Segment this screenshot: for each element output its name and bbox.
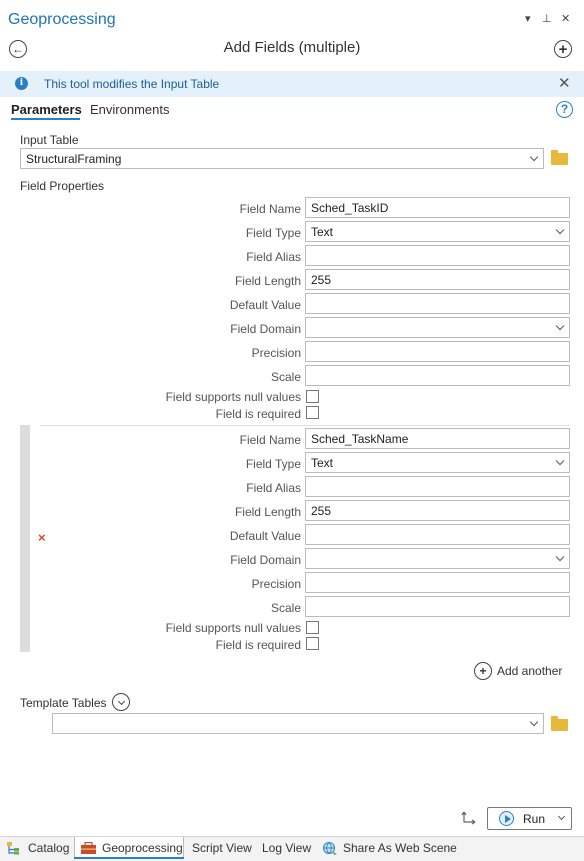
field-alias-input[interactable] (305, 245, 570, 266)
required-label: Field is required (215, 638, 301, 652)
precision-label: Precision (251, 577, 301, 591)
add-tool-button[interactable]: + (554, 40, 572, 58)
default-value-label: Default Value (229, 298, 301, 312)
input-table-dropdown[interactable]: StructuralFraming (20, 148, 544, 169)
chevron-down-icon (117, 697, 125, 705)
expand-template-tables-button[interactable] (112, 693, 130, 711)
banner-close-icon[interactable]: ✕ (558, 74, 571, 92)
field-name-input[interactable]: Sched_TaskName (305, 428, 570, 449)
add-another-button[interactable]: Add another (497, 664, 562, 678)
field-length-label: Field Length (234, 505, 301, 519)
bottom-tab-geoprocessing[interactable]: Geoprocessing (102, 841, 183, 855)
template-tables-label: Template Tables (20, 696, 107, 710)
precision-input[interactable] (305, 572, 570, 593)
input-table-label: Input Table (20, 133, 79, 147)
pane-close-icon[interactable]: ✕ (561, 12, 570, 25)
field-type-label: Field Type (245, 226, 301, 240)
info-banner: i This tool modifies the Input Table ✕ (0, 71, 584, 97)
field-alias-input[interactable] (305, 476, 570, 497)
pane-menu-icon[interactable]: ▾ (525, 12, 531, 25)
bottom-tab-share-as-web-scene[interactable]: Share As Web Scene (343, 841, 457, 855)
scale-input[interactable] (305, 596, 570, 617)
field-type-label: Field Type (245, 457, 301, 471)
field-length-input[interactable]: 255 (305, 269, 570, 290)
field-alias-label: Field Alias (246, 481, 301, 495)
null-values-checkbox[interactable] (306, 621, 319, 634)
pane-title: Geoprocessing (8, 11, 116, 28)
required-checkbox[interactable] (306, 637, 319, 650)
tool-title: Add Fields (multiple) (223, 39, 361, 56)
field-length-label: Field Length (234, 274, 301, 288)
field-name-input[interactable]: Sched_TaskID (305, 197, 570, 218)
field-type-dropdown[interactable]: Text (305, 221, 570, 242)
scale-input[interactable] (305, 365, 570, 386)
scale-label: Scale (270, 370, 301, 384)
required-label: Field is required (215, 407, 301, 421)
add-another-icon[interactable]: + (474, 662, 492, 680)
tab-parameters[interactable]: Parameters (11, 102, 82, 117)
null-values-label: Field supports null values (165, 390, 301, 404)
tab-environments[interactable]: Environments (90, 102, 169, 117)
run-button[interactable]: Run (487, 807, 572, 830)
default-value-input[interactable] (305, 524, 570, 545)
bottom-tab-script-view[interactable]: Script View (192, 841, 252, 855)
batch-icon[interactable] (461, 810, 478, 826)
field-domain-label: Field Domain (230, 553, 301, 567)
bottom-tab-bar: Catalog Geoprocessing Script View Log Vi… (0, 836, 584, 861)
field-alias-label: Field Alias (246, 250, 301, 264)
catalog-icon (6, 841, 22, 855)
field-domain-label: Field Domain (230, 322, 301, 336)
bottom-tab-catalog[interactable]: Catalog (28, 841, 69, 855)
run-label: Run (523, 812, 546, 826)
folder-icon[interactable] (551, 150, 568, 165)
field-type-dropdown[interactable]: Text (305, 452, 570, 473)
folder-icon[interactable] (551, 716, 568, 731)
banner-message: This tool modifies the Input Table (44, 77, 220, 91)
null-values-checkbox[interactable] (306, 390, 319, 403)
plus-icon: + (558, 40, 568, 58)
active-tab-indicator (74, 857, 184, 859)
active-tab-indicator (11, 118, 80, 120)
null-values-label: Field supports null values (165, 621, 301, 635)
pin-icon[interactable]: ⊥ (542, 12, 552, 25)
help-icon[interactable]: ? (556, 101, 573, 118)
chevron-down-icon (557, 812, 566, 821)
bottom-tab-log-view[interactable]: Log View (262, 841, 311, 855)
toolbox-icon (80, 841, 97, 855)
info-icon: i (15, 77, 28, 90)
share-web-scene-icon (322, 841, 338, 856)
precision-label: Precision (251, 346, 301, 360)
play-icon (499, 811, 514, 826)
field-properties-label: Field Properties (20, 179, 105, 193)
field-length-input[interactable]: 255 (305, 500, 570, 521)
field-domain-dropdown[interactable] (305, 548, 570, 569)
field-name-label: Field Name (239, 202, 301, 216)
scale-label: Scale (270, 601, 301, 615)
field-domain-dropdown[interactable] (305, 317, 570, 338)
default-value-input[interactable] (305, 293, 570, 314)
default-value-label: Default Value (229, 529, 301, 543)
plus-icon: + (479, 664, 487, 678)
template-tables-dropdown[interactable] (52, 713, 544, 734)
field-name-label: Field Name (239, 433, 301, 447)
required-checkbox[interactable] (306, 406, 319, 419)
field-group-separator (40, 425, 570, 426)
precision-input[interactable] (305, 341, 570, 362)
